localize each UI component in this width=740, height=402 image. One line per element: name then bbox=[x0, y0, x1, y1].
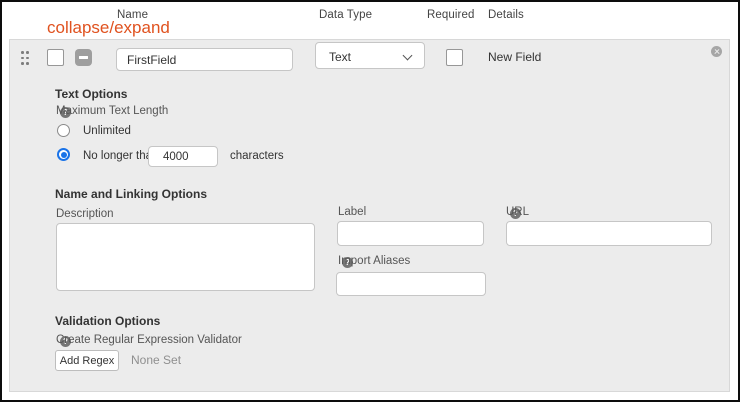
text-options-title: Text Options bbox=[55, 87, 127, 101]
none-set-text: None Set bbox=[131, 353, 181, 367]
add-regex-button[interactable]: Add Regex bbox=[55, 350, 119, 371]
data-type-selected-value: Text bbox=[329, 50, 351, 64]
unlimited-radio[interactable] bbox=[57, 124, 70, 137]
no-longer-than-radio[interactable] bbox=[57, 148, 70, 161]
minus-icon bbox=[79, 56, 88, 59]
url-label-text: URL bbox=[506, 206, 529, 218]
url-input[interactable] bbox=[506, 221, 712, 246]
validation-options-title: Validation Options bbox=[55, 314, 160, 328]
max-text-length-label-text: Maximum Text Length bbox=[56, 105, 168, 117]
column-header-data-type: Data Type bbox=[319, 9, 372, 21]
name-linking-title: Name and Linking Options bbox=[55, 187, 207, 201]
label-label: Label bbox=[338, 206, 366, 218]
regex-validator-label: Create Regular Expression Validator? bbox=[56, 334, 71, 347]
row-select-checkbox[interactable] bbox=[47, 49, 64, 66]
chevron-down-icon bbox=[404, 52, 412, 60]
remove-field-icon[interactable] bbox=[711, 46, 722, 57]
description-textarea[interactable] bbox=[56, 223, 315, 291]
unlimited-label: Unlimited bbox=[83, 125, 131, 137]
field-properties-screen: Name Data Type Required Details collapse… bbox=[0, 0, 740, 402]
label-input[interactable] bbox=[337, 221, 484, 246]
url-label: URL? bbox=[506, 206, 521, 219]
column-header-required: Required bbox=[427, 9, 474, 21]
regex-validator-label-text: Create Regular Expression Validator bbox=[56, 334, 242, 346]
column-header-details: Details bbox=[488, 9, 524, 21]
import-aliases-input[interactable] bbox=[336, 272, 486, 296]
characters-label: characters bbox=[230, 150, 284, 162]
max-text-length-label: Maximum Text Length? bbox=[56, 105, 71, 118]
collapse-expand-button[interactable] bbox=[75, 49, 92, 66]
field-details-text: New Field bbox=[488, 50, 541, 64]
collapse-expand-annotation: collapse/expand bbox=[47, 18, 170, 38]
drag-handle-icon[interactable] bbox=[20, 50, 30, 66]
data-type-select[interactable]: Text bbox=[315, 42, 425, 69]
max-chars-input[interactable] bbox=[148, 146, 218, 167]
required-checkbox[interactable] bbox=[446, 49, 463, 66]
field-name-input[interactable] bbox=[116, 48, 293, 71]
import-aliases-label: Import Aliases? bbox=[338, 255, 353, 268]
description-label: Description bbox=[56, 208, 114, 220]
import-aliases-label-text: Import Aliases bbox=[338, 255, 410, 267]
field-editor-panel: Text New Field Text Options Maximum Text… bbox=[9, 39, 730, 392]
